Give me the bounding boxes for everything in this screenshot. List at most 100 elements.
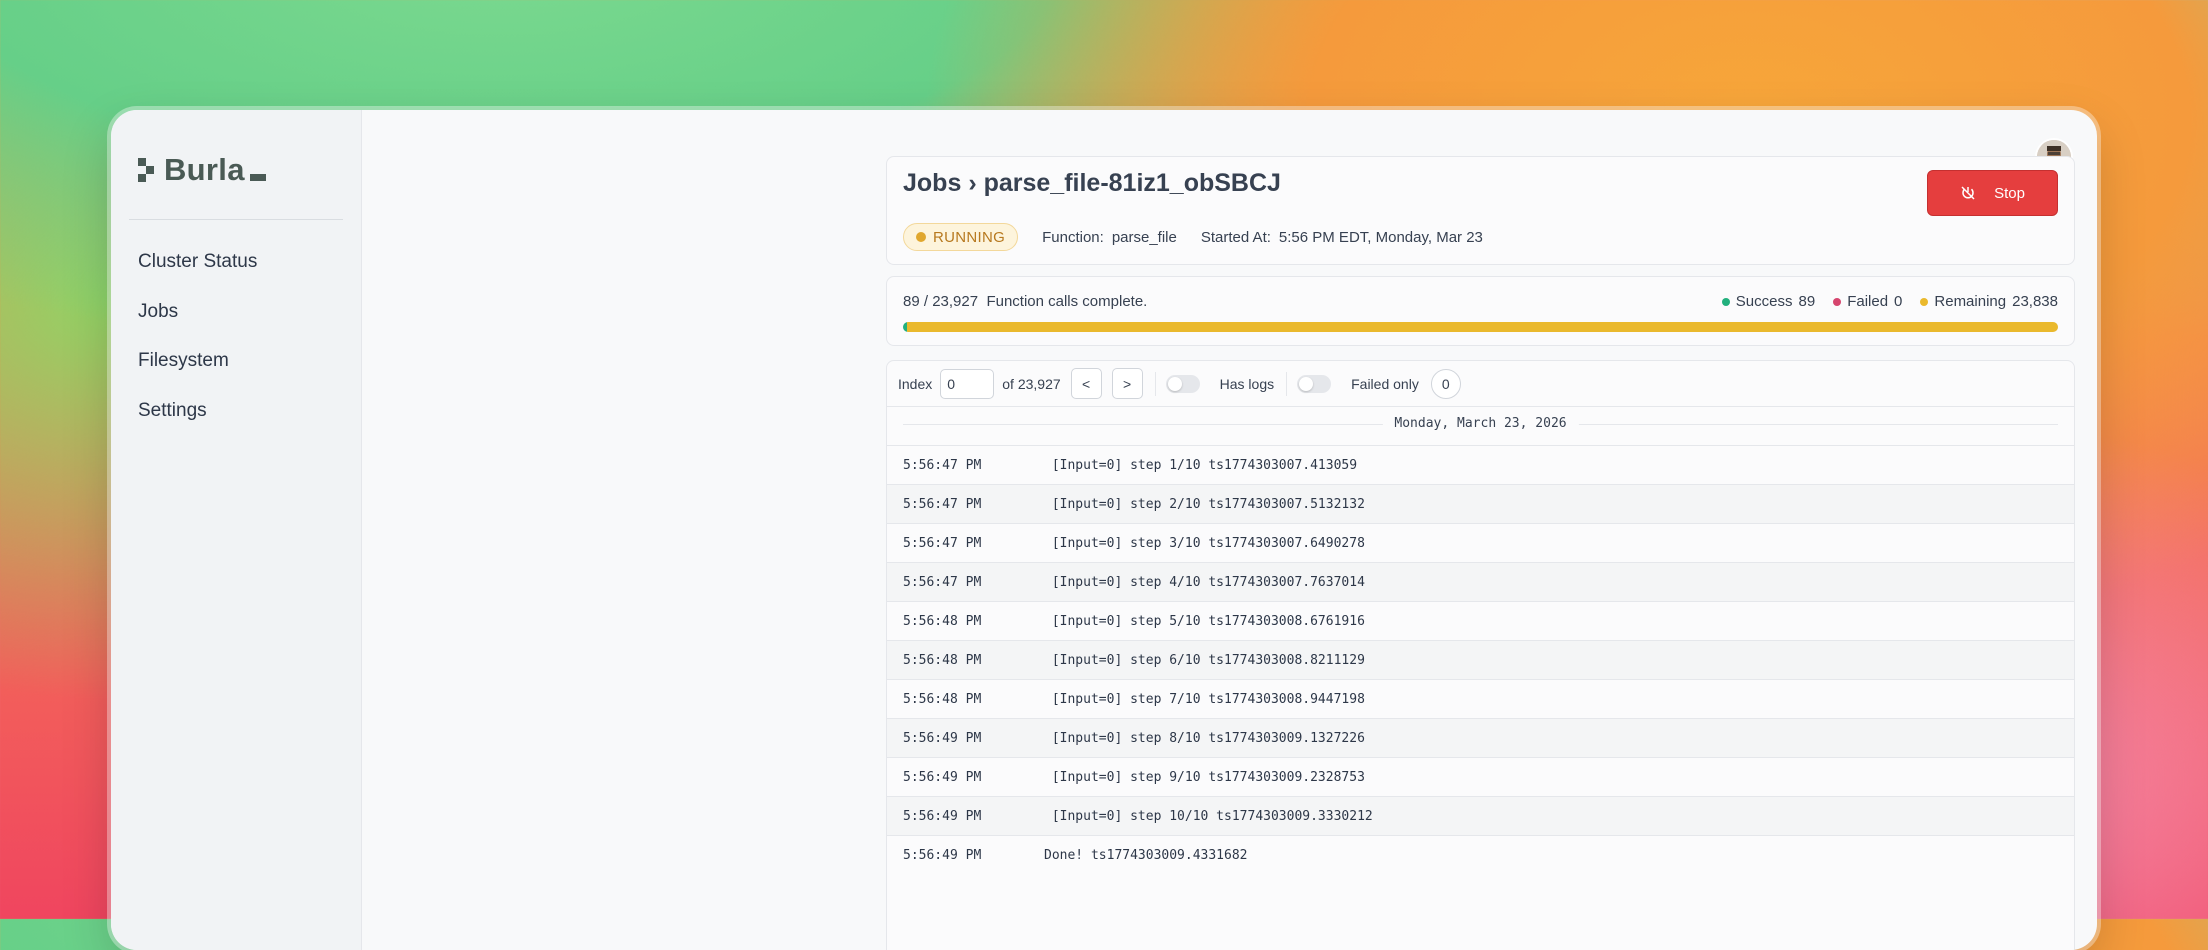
page-title: Jobs › parse_file-81iz1_obSBCJ (903, 169, 1281, 198)
log-row: 5:56:47 PM [Input=0] step 1/10 ts1774303… (887, 446, 2074, 485)
legend-success: Success 89 (1721, 293, 1816, 310)
log-row: 5:56:49 PM [Input=0] step 10/10 ts177430… (887, 797, 2074, 836)
remaining-value: 23,838 (2012, 293, 2058, 310)
prev-input-button[interactable]: < (1070, 368, 1102, 399)
sidebar-item-settings[interactable]: Settings (138, 399, 257, 449)
success-dot-icon (1721, 297, 1730, 306)
stop-button[interactable]: Stop (1927, 170, 2058, 216)
job-meta: RUNNING Function: parse_file Started At: 5… (903, 223, 1483, 251)
log-time: 5:56:49 PM (903, 808, 982, 824)
status-text: RUNNING (933, 228, 1006, 246)
started-label: Started At: (1200, 228, 1271, 246)
breadcrumb-jobs[interactable]: Jobs (903, 169, 961, 197)
function-info: Function: parse_file (1042, 229, 1177, 246)
sidebar-item-cluster-status[interactable]: Cluster Status (138, 250, 257, 300)
progress-bar (903, 322, 2058, 332)
failed-only-toggle[interactable] (1297, 374, 1332, 393)
sidebar: Burla Cluster Status Jobs Filesystem Set… (111, 110, 362, 950)
has-logs-toggle[interactable] (1165, 374, 1200, 393)
index-of-text: of 23,927 (1002, 375, 1061, 392)
log-message: [Input=0] step 9/10 ts1774303009.2328753 (1044, 769, 1365, 785)
job-id: parse_file-81iz1_obSBCJ (983, 169, 1281, 197)
started-value: 5:56 PM EDT, Monday, Mar 23 (1278, 228, 1483, 246)
log-row: 5:56:48 PM [Input=0] step 7/10 ts1774303… (887, 680, 2074, 719)
log-message: [Input=0] step 5/10 ts1774303008.6761916 (1044, 613, 1365, 629)
function-label: Function: (1042, 228, 1104, 246)
log-message: [Input=0] step 10/10 ts1774303009.333021… (1044, 808, 1373, 824)
sidebar-item-filesystem[interactable]: Filesystem (138, 349, 257, 399)
log-message: [Input=0] step 4/10 ts1774303007.7637014 (1044, 574, 1365, 590)
log-message: [Input=0] step 2/10 ts1774303007.5132132 (1044, 496, 1365, 512)
logo-text: Burla (164, 152, 245, 187)
log-row: 5:56:47 PM [Input=0] step 4/10 ts1774303… (887, 563, 2074, 602)
log-time: 5:56:47 PM (903, 535, 982, 551)
log-row: 5:56:49 PM [Input=0] step 9/10 ts1774303… (887, 758, 2074, 797)
failed-dot-icon (1833, 297, 1842, 306)
logo-mark-icon (138, 158, 158, 182)
remaining-label: Remaining (1934, 293, 2007, 310)
index-label: Index (898, 375, 933, 392)
failed-count-badge: 0 (1430, 368, 1461, 399)
log-date-separator: Monday, March 23, 2026 (887, 407, 2074, 446)
has-logs-label: Has logs (1219, 375, 1275, 392)
index-input[interactable]: 0 (940, 368, 995, 399)
main-content: Jobs › parse_file-81iz1_obSBCJ Stop RUNN… (362, 110, 2097, 950)
progress-legend: Success 89 Failed 0 Remaining 23,838 (1721, 293, 2058, 310)
progress-bar-remaining (907, 322, 2058, 332)
failed-only-label: Failed only (1351, 375, 1419, 392)
sidebar-item-jobs[interactable]: Jobs (138, 300, 257, 350)
log-message: [Input=0] step 7/10 ts1774303008.9447198 (1044, 691, 1365, 707)
legend-remaining: Remaining 23,838 (1920, 293, 2058, 310)
log-time: 5:56:47 PM (903, 457, 982, 473)
started-info: Started At: 5:56 PM EDT, Monday, Mar 23 (1201, 229, 1483, 246)
sidebar-nav: Cluster Status Jobs Filesystem Settings (138, 250, 257, 448)
burla-logo[interactable]: Burla (138, 152, 266, 188)
stop-icon (1961, 186, 1975, 200)
log-time: 5:56:48 PM (903, 691, 982, 707)
logs-toolbar: Index 0 of 23,927 < > Has logs Failed on… (887, 361, 2074, 407)
status-dot-icon (916, 232, 926, 242)
log-row: 5:56:47 PM [Input=0] step 3/10 ts1774303… (887, 524, 2074, 563)
legend-failed: Failed 0 (1833, 293, 1902, 310)
log-time: 5:56:48 PM (903, 613, 982, 629)
progress-summary: 89 / 23,927 Function calls complete. (903, 293, 1147, 310)
log-message: [Input=0] step 1/10 ts1774303007.413059 (1044, 457, 1358, 473)
success-value: 89 (1798, 293, 1816, 310)
app-window: Burla Cluster Status Jobs Filesystem Set… (111, 110, 2097, 950)
progress-card: 89 / 23,927 Function calls complete. Suc… (886, 276, 2075, 346)
progress-slash: / (923, 293, 929, 310)
log-message: [Input=0] step 8/10 ts1774303009.1327226 (1044, 730, 1365, 746)
log-row: 5:56:47 PM [Input=0] step 2/10 ts1774303… (887, 485, 2074, 524)
log-row: 5:56:49 PM Done! ts1774303009.4331682 (887, 836, 2074, 874)
log-time: 5:56:49 PM (903, 730, 982, 746)
breadcrumb-separator: › (968, 169, 977, 197)
progress-summary-text: Function calls complete. (986, 293, 1148, 310)
log-list: 5:56:47 PM [Input=0] step 1/10 ts1774303… (887, 446, 2074, 874)
log-message: [Input=0] step 6/10 ts1774303008.8211129 (1044, 652, 1365, 668)
failed-label: Failed (1847, 293, 1889, 310)
progress-total: 23,927 (932, 293, 979, 310)
log-row: 5:56:48 PM [Input=0] step 5/10 ts1774303… (887, 602, 2074, 641)
log-date: Monday, March 23, 2026 (1382, 416, 1579, 431)
log-message: Done! ts1774303009.4331682 (1044, 847, 1248, 863)
logs-card: Index 0 of 23,927 < > Has logs Failed on… (886, 360, 2075, 950)
log-row: 5:56:49 PM [Input=0] step 8/10 ts1774303… (887, 719, 2074, 758)
log-row: 5:56:48 PM [Input=0] step 6/10 ts1774303… (887, 641, 2074, 680)
status-badge: RUNNING (903, 223, 1019, 251)
log-time: 5:56:49 PM (903, 769, 982, 785)
function-name: parse_file (1111, 228, 1177, 246)
job-header-card: Jobs › parse_file-81iz1_obSBCJ Stop RUNN… (886, 156, 2075, 265)
logo-cursor-icon (249, 173, 266, 181)
success-label: Success (1735, 293, 1793, 310)
toolbar-divider (1286, 371, 1288, 396)
progress-done: 89 (903, 293, 920, 310)
remaining-dot-icon (1920, 297, 1929, 306)
failed-value: 0 (1894, 293, 1903, 310)
toolbar-divider (1154, 371, 1156, 396)
log-time: 5:56:47 PM (903, 496, 982, 512)
log-message: [Input=0] step 3/10 ts1774303007.6490278 (1044, 535, 1365, 551)
log-time: 5:56:47 PM (903, 574, 982, 590)
log-time: 5:56:49 PM (903, 847, 982, 863)
log-time: 5:56:48 PM (903, 652, 982, 668)
next-input-button[interactable]: > (1111, 368, 1143, 399)
